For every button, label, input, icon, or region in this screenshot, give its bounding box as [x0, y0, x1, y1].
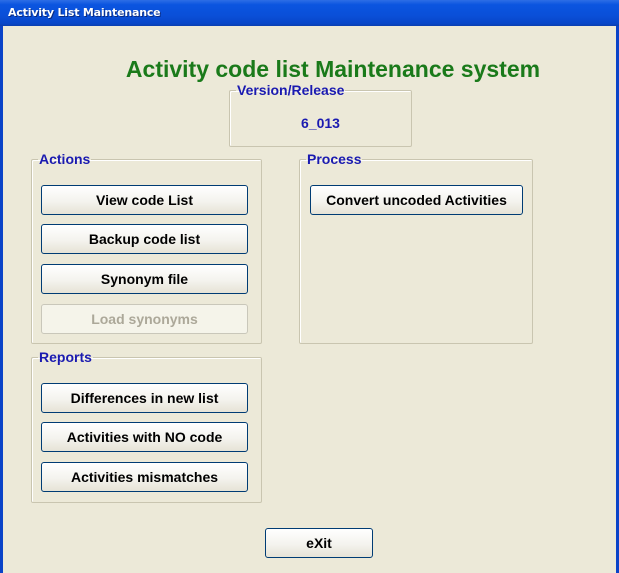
version-value: 6_013	[301, 115, 340, 131]
version-group: Version/Release 6_013	[229, 83, 412, 147]
synonym-file-button[interactable]: Synonym file	[41, 264, 248, 294]
view-code-list-button[interactable]: View code List	[41, 185, 248, 215]
reports-group: Reports Differences in new list Activiti…	[31, 350, 262, 503]
reports-group-label: Reports	[39, 349, 92, 365]
convert-uncoded-activities-button[interactable]: Convert uncoded Activities	[310, 185, 523, 215]
process-group-label: Process	[307, 151, 362, 167]
actions-group: Actions View code List Backup code list …	[31, 152, 262, 344]
page-title: Activity code list Maintenance system	[125, 56, 541, 82]
activities-with-no-code-button[interactable]: Activities with NO code	[41, 422, 248, 452]
app-window: Activity List Maintenance Activity code …	[0, 0, 619, 573]
load-synonyms-button[interactable]: Load synonyms	[41, 304, 248, 334]
process-group: Process Convert uncoded Activities	[299, 152, 533, 344]
window-title: Activity List Maintenance	[8, 6, 161, 19]
differences-in-new-list-button[interactable]: Differences in new list	[41, 383, 248, 413]
actions-group-label: Actions	[39, 151, 91, 167]
version-group-label: Version/Release	[237, 82, 345, 98]
activities-mismatches-button[interactable]: Activities mismatches	[41, 462, 248, 492]
backup-code-list-button[interactable]: Backup code list	[41, 224, 248, 254]
title-bar[interactable]: Activity List Maintenance	[0, 0, 619, 26]
exit-button[interactable]: eXit	[265, 528, 373, 558]
